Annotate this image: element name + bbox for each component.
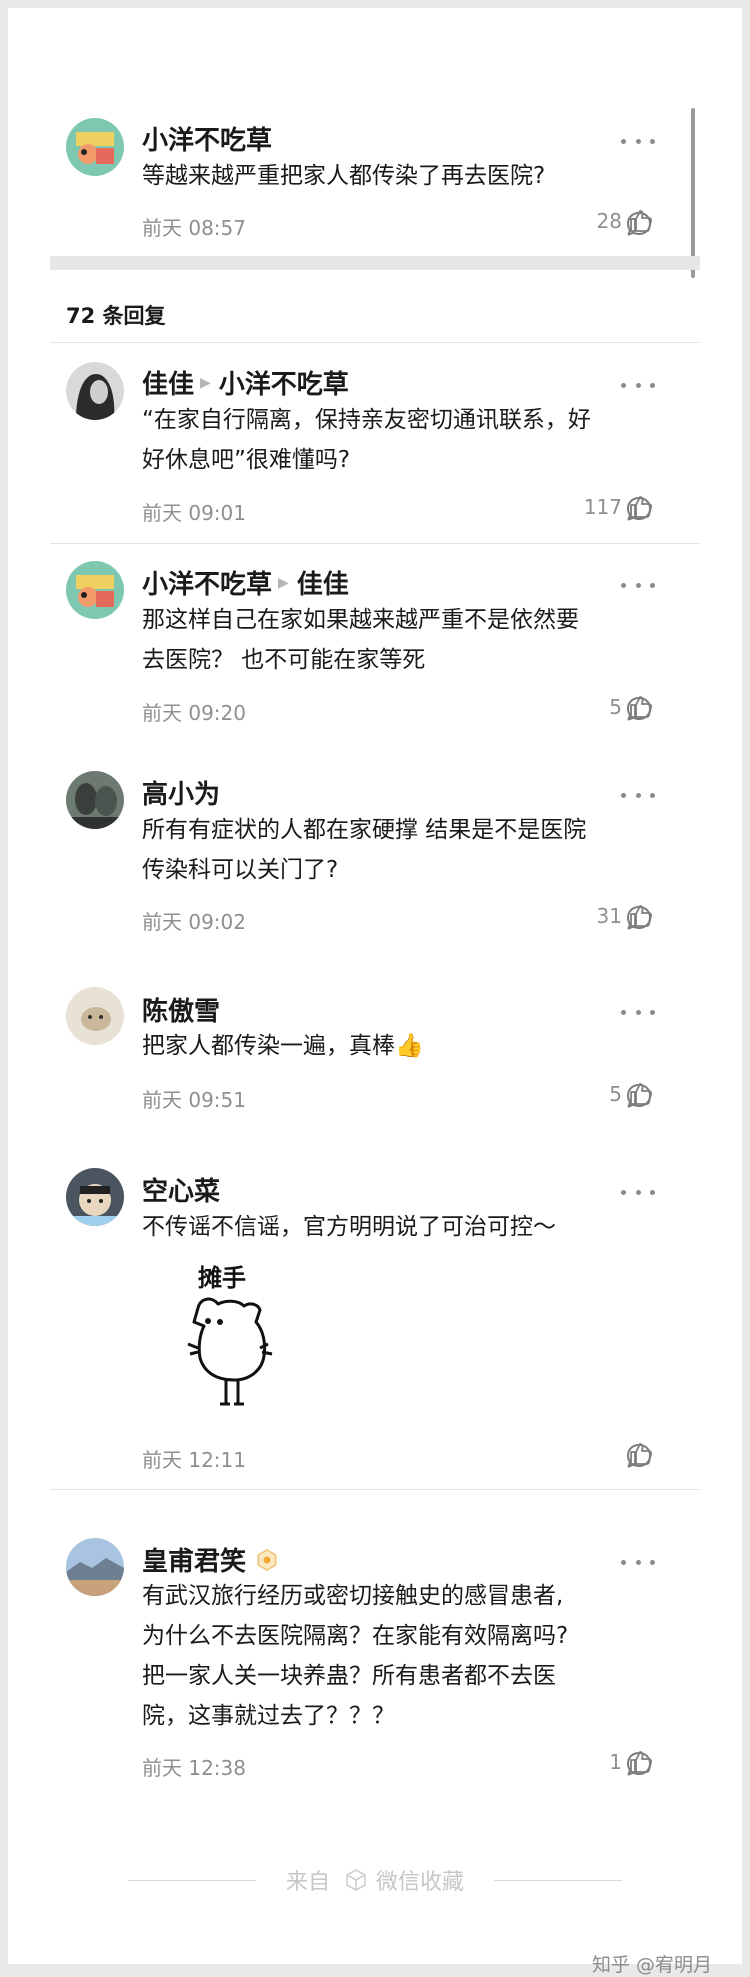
shrug-dog-sticker-icon — [187, 1297, 273, 1406]
reply-to-name[interactable]: 小洋不吃草 — [219, 364, 349, 401]
author-name[interactable]: 小洋不吃草 — [142, 120, 272, 157]
section-separator — [50, 256, 700, 270]
more-dots-icon[interactable] — [621, 1557, 655, 1567]
comment-text-line: 院，这事就过去了？？？ — [142, 1703, 395, 1729]
from-label: 来自 — [285, 1870, 330, 1895]
sticker-image: 摊手 — [168, 1258, 298, 1418]
thumbs-up-emoji: 👍 — [395, 1033, 424, 1059]
like-count: 31 — [596, 904, 622, 928]
comment-text-line: 所有有症状的人都在家硬撑 结果是不是医院 — [142, 817, 587, 843]
divider — [50, 543, 700, 544]
more-dots-icon[interactable] — [621, 790, 655, 800]
author-name: 小洋不吃草 ▶ 佳佳 — [142, 564, 349, 601]
more-dots-icon[interactable] — [621, 580, 655, 590]
divider — [50, 1489, 700, 1490]
comment-text: 那这样自己在家如果越来越严重不是依然要 去医院？ 也不可能在家等死 — [142, 600, 672, 680]
author-name-text[interactable]: 佳佳 — [142, 364, 194, 401]
comment-bubble-icon[interactable] — [625, 210, 653, 238]
comment-text: 有武汉旅行经历或密切接触史的感冒患者, 为什么不去医院隔离？在家能有效隔离吗? … — [142, 1576, 672, 1736]
more-dots-icon[interactable] — [621, 1007, 655, 1017]
comment-text-line: 为什么不去医院隔离？在家能有效隔离吗? — [142, 1623, 569, 1649]
comment-text-line: 有武汉旅行经历或密切接触史的感冒患者, — [142, 1583, 564, 1609]
more-dots-icon[interactable] — [621, 136, 655, 146]
author-name[interactable]: 高小为 — [142, 774, 220, 811]
comment-text-line: 好休息吧”很难懂吗? — [142, 447, 351, 473]
reply-to-name[interactable]: 佳佳 — [297, 564, 349, 601]
comment-time: 前天 09:02 — [142, 910, 246, 934]
comment-text-line: 不传谣不信谣，官方明明说了可治可控～ — [142, 1214, 556, 1240]
comment-text-line: 把一家人关一块养蛊？所有患者都不去医 — [142, 1663, 556, 1689]
scrollbar[interactable] — [691, 108, 695, 278]
more-dots-icon[interactable] — [621, 380, 655, 390]
cube-icon — [346, 1869, 366, 1891]
avatar[interactable] — [66, 118, 124, 176]
source-label: 微信收藏 — [376, 1870, 465, 1895]
comment-text-line: 去医院？ 也不可能在家等死 — [142, 647, 426, 673]
author-name: 佳佳 ▶ 小洋不吃草 — [142, 364, 349, 401]
comment-time: 前天 09:01 — [142, 501, 246, 525]
comment-text: 所有有症状的人都在家硬撑 结果是不是医院 传染科可以关门了? — [142, 810, 672, 890]
reply-to-arrow-icon: ▶ — [278, 574, 289, 591]
divider — [50, 342, 700, 343]
comment-text: 把家人都传染一遍，真棒👍 — [142, 1026, 672, 1066]
avatar[interactable] — [66, 1168, 124, 1226]
badge-icon — [257, 1548, 277, 1571]
comment-thread-card: 小洋不吃草 等越来越严重把家人都传染了再去医院? 前天 08:57 28 72 … — [8, 8, 742, 1964]
like-count: 117 — [583, 495, 622, 519]
like-count: 1 — [609, 1750, 622, 1774]
avatar[interactable] — [66, 362, 124, 420]
comment-time: 前天 12:11 — [142, 1448, 246, 1472]
comment-text-line: 那这样自己在家如果越来越严重不是依然要 — [142, 607, 579, 633]
like-count: 28 — [596, 209, 622, 233]
author-name[interactable]: 陈傲雪 — [142, 991, 220, 1028]
comment-text: 不传谣不信谣，官方明明说了可治可控～ — [142, 1207, 672, 1247]
comment-bubble-icon[interactable] — [625, 1082, 653, 1110]
reply-to-arrow-icon: ▶ — [200, 374, 211, 391]
like-count: 5 — [609, 1082, 622, 1106]
author-name-text[interactable]: 小洋不吃草 — [142, 564, 272, 601]
reply-count: 72 条回复 — [66, 304, 166, 328]
comment-time: 前天 08:57 — [142, 216, 246, 240]
more-dots-icon[interactable] — [621, 1187, 655, 1197]
like-count: 5 — [609, 695, 622, 719]
avatar[interactable] — [66, 771, 124, 829]
author-name[interactable]: 空心菜 — [142, 1171, 220, 1208]
avatar[interactable] — [66, 561, 124, 619]
author-name: 皇甫君笑 — [142, 1541, 278, 1578]
comment-text-line: 传染科可以关门了? — [142, 857, 339, 883]
footer: 来自 微信收藏 — [8, 1865, 742, 1895]
comment-bubble-icon[interactable] — [625, 1442, 653, 1470]
comment-text: “在家自行隔离，保持亲友密切通讯联系，好 好休息吧”很难懂吗? — [142, 400, 672, 480]
comment-time: 前天 09:20 — [142, 701, 246, 725]
comment-bubble-icon[interactable] — [625, 695, 653, 723]
author-name-text[interactable]: 皇甫君笑 — [142, 1541, 246, 1578]
comment-time: 前天 09:51 — [142, 1088, 246, 1112]
avatar[interactable] — [66, 987, 124, 1045]
comment-bubble-icon[interactable] — [625, 1750, 653, 1778]
footer-line — [494, 1879, 623, 1881]
comment-bubble-icon[interactable] — [625, 904, 653, 932]
comment-bubble-icon[interactable] — [625, 495, 653, 523]
comment-time: 前天 12:38 — [142, 1756, 246, 1780]
avatar[interactable] — [66, 1538, 124, 1596]
comment-text-line: 把家人都传染一遍，真棒 — [142, 1033, 395, 1059]
comment-text-line: “在家自行隔离，保持亲友密切通讯联系，好 — [142, 407, 591, 433]
footer-line — [127, 1879, 256, 1881]
comment-text: 等越来越严重把家人都传染了再去医院? — [142, 163, 546, 189]
watermark: 知乎 @宥明月 — [592, 1954, 713, 1976]
